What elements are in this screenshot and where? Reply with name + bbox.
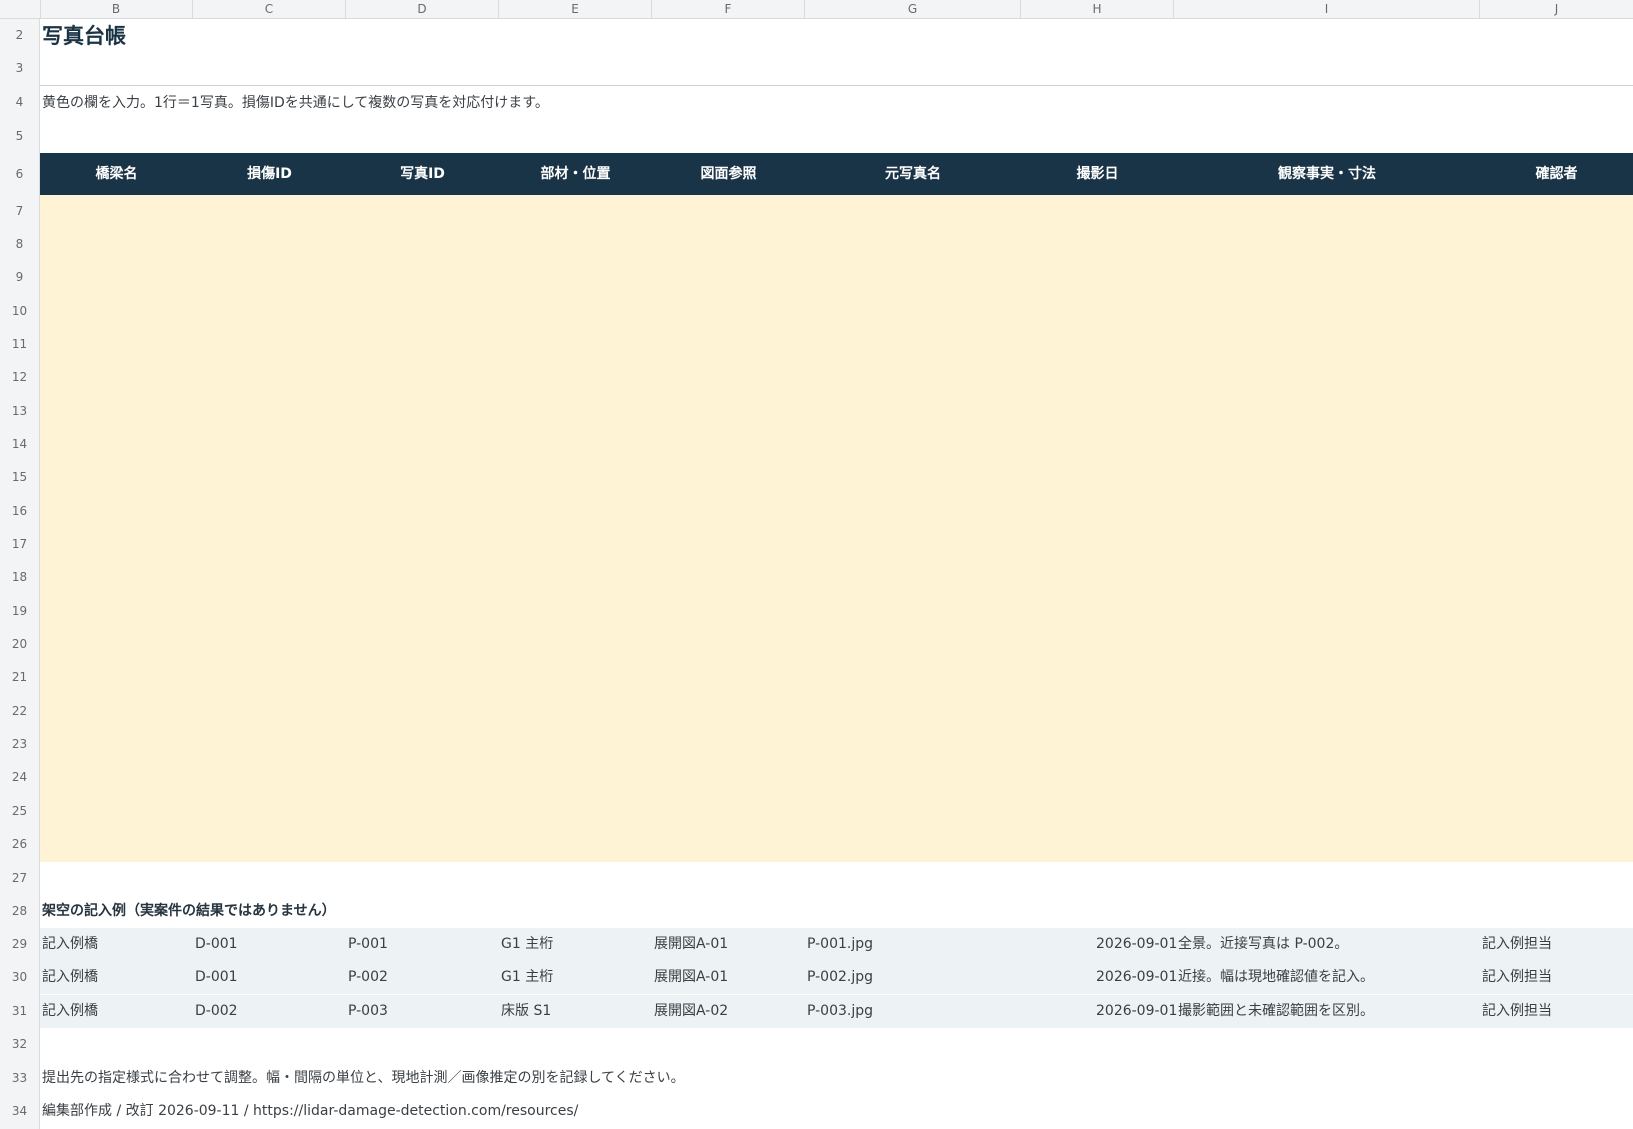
column-header-d[interactable]: D: [346, 0, 499, 18]
column-header-i[interactable]: I: [1174, 0, 1480, 18]
row-number[interactable]: 4: [0, 85, 39, 120]
header-cell[interactable]: 図面参照: [652, 153, 805, 195]
cell-member[interactable]: G1 主桁: [499, 928, 553, 961]
row-number[interactable]: 33: [0, 1062, 39, 1095]
cell-photo-id[interactable]: P-002: [346, 961, 388, 994]
row-number[interactable]: 14: [0, 428, 39, 461]
row-number[interactable]: 22: [0, 695, 39, 728]
row-number[interactable]: 19: [0, 595, 39, 628]
cell-checker[interactable]: 記入例担当: [1480, 928, 1552, 961]
column-header-b[interactable]: B: [40, 0, 193, 18]
cell-damage-id[interactable]: D-001: [193, 928, 238, 961]
row-number[interactable]: 5: [0, 120, 39, 153]
cell-damage-id[interactable]: D-002: [193, 995, 238, 1028]
cell-member[interactable]: 床版 S1: [499, 995, 551, 1028]
cell-photo-id[interactable]: P-001: [346, 928, 388, 961]
row-number[interactable]: 13: [0, 395, 39, 428]
cell-checker[interactable]: 記入例担当: [1480, 995, 1552, 1028]
header-cell[interactable]: 損傷ID: [193, 153, 346, 195]
examples-title[interactable]: 架空の記入例（実案件の結果ではありません）: [42, 895, 336, 928]
cell-observation[interactable]: 撮影範囲と未確認範囲を区別。: [1176, 995, 1374, 1028]
cell-date[interactable]: 2026-09-01: [1094, 961, 1177, 994]
row-number[interactable]: 10: [0, 295, 39, 328]
row-number[interactable]: 21: [0, 661, 39, 694]
select-all-corner[interactable]: [0, 0, 41, 18]
row-number[interactable]: 15: [0, 461, 39, 494]
cell-observation[interactable]: 全景。近接写真は P-002。: [1176, 928, 1348, 961]
column-header-bar: B C D E F G H I J: [0, 0, 1633, 19]
row-number[interactable]: 24: [0, 761, 39, 794]
row-number[interactable]: 18: [0, 561, 39, 594]
header-cell[interactable]: 撮影日: [1021, 153, 1174, 195]
row-number[interactable]: 11: [0, 328, 39, 361]
table-row: 記入例橋 D-001 P-002 G1 主桁 展開図A-01 P-002.jpg…: [40, 961, 1633, 994]
cell-bridge[interactable]: 記入例橋: [40, 961, 98, 994]
row-header-bar: 2 3 4 5 6 7 8 9 10 11 12 13 14 15 16 17 …: [0, 19, 40, 1129]
cell-drawing[interactable]: 展開図A-01: [652, 928, 728, 961]
column-header-e[interactable]: E: [499, 0, 652, 18]
cell-filename[interactable]: P-003.jpg: [805, 995, 873, 1028]
cell-filename[interactable]: P-001.jpg: [805, 928, 873, 961]
cell-photo-id[interactable]: P-003: [346, 995, 388, 1028]
cell-bridge[interactable]: 記入例橋: [40, 995, 98, 1028]
row-number[interactable]: 30: [0, 961, 39, 994]
header-cell[interactable]: 観察事実・寸法: [1174, 153, 1480, 195]
row-number[interactable]: 9: [0, 261, 39, 294]
title-divider: [40, 85, 1633, 86]
credit-line[interactable]: 編集部作成 / 改訂 2026-09-11 / https://lidar-da…: [42, 1095, 578, 1128]
row-number[interactable]: 27: [0, 862, 39, 895]
table-row: 記入例橋 D-002 P-003 床版 S1 展開図A-02 P-003.jpg…: [40, 995, 1633, 1028]
row-number[interactable]: 12: [0, 361, 39, 394]
row-number[interactable]: 8: [0, 228, 39, 261]
row-number[interactable]: 16: [0, 495, 39, 528]
header-cell[interactable]: 確認者: [1480, 153, 1633, 195]
cell-drawing[interactable]: 展開図A-02: [652, 995, 728, 1028]
table-row: 記入例橋 D-001 P-001 G1 主桁 展開図A-01 P-001.jpg…: [40, 928, 1633, 961]
cell-bridge[interactable]: 記入例橋: [40, 928, 98, 961]
cell-date[interactable]: 2026-09-01: [1094, 995, 1177, 1028]
row-number[interactable]: 20: [0, 628, 39, 661]
row-number[interactable]: 31: [0, 995, 39, 1028]
header-cell[interactable]: 橋梁名: [40, 153, 193, 195]
header-cell[interactable]: 部材・位置: [499, 153, 652, 195]
column-header-g[interactable]: G: [805, 0, 1021, 18]
column-header-h[interactable]: H: [1021, 0, 1174, 18]
row-number[interactable]: 32: [0, 1028, 39, 1061]
table-header-row: 橋梁名 損傷ID 写真ID 部材・位置 図面参照 元写真名 撮影日 観察事実・寸…: [40, 153, 1633, 195]
column-header-c[interactable]: C: [193, 0, 346, 18]
input-area[interactable]: [40, 195, 1633, 862]
cell-date[interactable]: 2026-09-01: [1094, 928, 1177, 961]
cell-drawing[interactable]: 展開図A-01: [652, 961, 728, 994]
column-header-f[interactable]: F: [652, 0, 805, 18]
row-number[interactable]: 25: [0, 795, 39, 828]
row-number[interactable]: 2: [0, 19, 39, 52]
row-number[interactable]: 6: [0, 153, 39, 195]
row-number[interactable]: 26: [0, 828, 39, 861]
sheet-title[interactable]: 写真台帳: [42, 21, 126, 51]
cell-filename[interactable]: P-002.jpg: [805, 961, 873, 994]
cell-member[interactable]: G1 主桁: [499, 961, 553, 994]
row-number[interactable]: 17: [0, 528, 39, 561]
row-number[interactable]: 7: [0, 195, 39, 228]
row-number[interactable]: 28: [0, 895, 39, 928]
cell-observation[interactable]: 近接。幅は現地確認値を記入。: [1176, 961, 1374, 994]
cell-checker[interactable]: 記入例担当: [1480, 961, 1552, 994]
header-cell[interactable]: 写真ID: [346, 153, 499, 195]
header-cell[interactable]: 元写真名: [805, 153, 1021, 195]
cell-damage-id[interactable]: D-001: [193, 961, 238, 994]
footer-note[interactable]: 提出先の指定様式に合わせて調整。幅・間隔の単位と、現地計測／画像推定の別を記録し…: [42, 1062, 685, 1095]
row-number[interactable]: 23: [0, 728, 39, 761]
column-header-j[interactable]: J: [1480, 0, 1633, 18]
instruction-text[interactable]: 黄色の欄を入力。1行＝1写真。損傷IDを共通にして複数の写真を対応付けます。: [42, 87, 549, 120]
row-number[interactable]: 3: [0, 52, 39, 85]
row-number[interactable]: 34: [0, 1095, 39, 1128]
sheet-grid: 写真台帳 黄色の欄を入力。1行＝1写真。損傷IDを共通にして複数の写真を対応付け…: [40, 19, 1633, 1129]
row-number[interactable]: 29: [0, 928, 39, 961]
